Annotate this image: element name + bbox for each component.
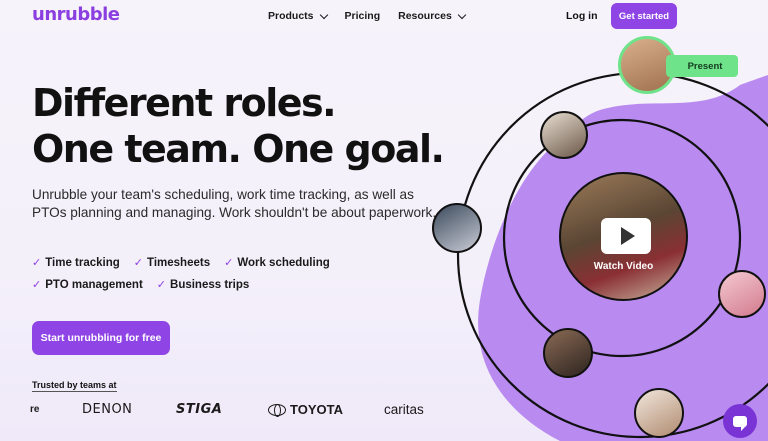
hero-headline: Different roles. One team. One goal. (32, 80, 445, 172)
feature-item: ✓ Timesheets (133, 256, 211, 270)
headline-line-2: One team. One goal. (32, 127, 445, 171)
play-icon (620, 227, 635, 245)
chat-widget-button[interactable] (723, 404, 757, 438)
brand-logos: re DENON STIGA TOYOTA caritas (30, 402, 450, 422)
chat-bubble-icon (733, 415, 747, 431)
check-icon: ✓ (32, 279, 42, 291)
brand-logo-partial: re (30, 404, 40, 415)
check-icon: ✓ (32, 257, 42, 269)
check-icon: ✓ (156, 279, 167, 291)
check-icon: ✓ (133, 257, 144, 269)
headline-line-1: Different roles. (32, 81, 337, 125)
watch-video-thumbnail[interactable]: Watch Video (559, 172, 688, 301)
feature-item: ✓ PTO management (32, 278, 143, 292)
hero-subtitle: Unrubble your team's scheduling, work ti… (32, 187, 437, 220)
start-free-button[interactable]: Start unrubbling for free (32, 321, 170, 355)
status-badge: Present (666, 55, 738, 77)
feature-item: ✓ Time tracking (32, 256, 120, 270)
feature-list: ✓ Time tracking ✓ Timesheets ✓ Work schedul… (32, 256, 330, 300)
feature-item: ✓ Work scheduling (224, 256, 330, 270)
avatar-user-dino[interactable] (718, 270, 766, 318)
toyota-emblem-icon (268, 403, 286, 417)
feature-label: Time tracking (45, 256, 120, 269)
feature-label: Timesheets (147, 256, 211, 269)
avatar-user-woman[interactable] (634, 388, 684, 438)
feature-label: Business trips (170, 278, 250, 291)
trusted-by-label: Trusted by teams at (32, 380, 117, 392)
watch-video-label: Watch Video (593, 261, 654, 272)
stiga-logo: STIGA (176, 402, 223, 417)
caritas-logo: caritas (384, 402, 424, 417)
avatar-user-headset[interactable] (540, 111, 588, 159)
avatar-user-smiling[interactable] (543, 328, 593, 378)
toyota-logo: TOYOTA (268, 402, 343, 417)
toyota-wordmark: TOYOTA (290, 402, 343, 417)
feature-label: PTO management (45, 278, 143, 291)
feature-label: Work scheduling (237, 256, 330, 269)
play-button[interactable] (601, 218, 651, 254)
feature-item: ✓ Business trips (156, 278, 250, 292)
denon-logo: DENON (82, 402, 133, 417)
check-icon: ✓ (224, 257, 234, 269)
